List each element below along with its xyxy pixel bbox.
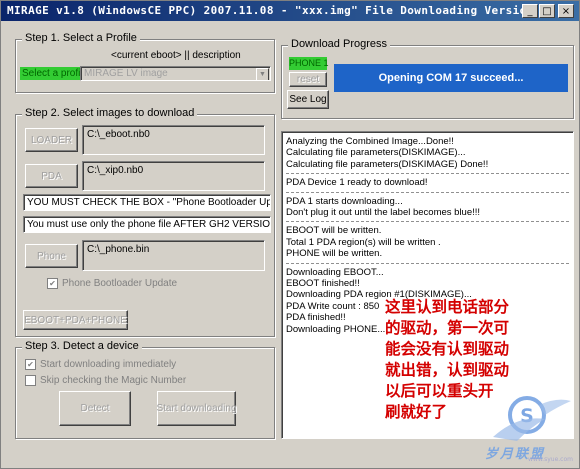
skip-magic-checkbox[interactable]: Skip checking the Magic Number [25, 375, 186, 386]
checkmark-icon: ✔ [47, 278, 58, 289]
mirage-window: MIRAGE v1.8 (WindowsCE PPC) 2007.11.08 -… [0, 0, 580, 469]
checkmark-icon: ✔ [25, 359, 36, 370]
start-downloading-button[interactable]: Start downloading [156, 391, 237, 426]
pda-path-field[interactable]: C:\_xip0.nb0 [82, 161, 265, 191]
log-separator [286, 262, 569, 264]
phone-version-notice: You must use only the phone file AFTER G… [23, 216, 271, 233]
reset-button[interactable]: reset [289, 72, 327, 87]
phone-path-field[interactable]: C:\_phone.bin [82, 240, 265, 271]
phone-bootloader-update-label: Phone Bootloader Update [62, 278, 178, 289]
log-line: Analyzing the Combined Image...Done!! [286, 136, 454, 147]
start-immediately-checkbox[interactable]: ✔ Start downloading immediately [25, 359, 176, 370]
annotation-line: 的驱动，第一次可 [385, 319, 510, 337]
maximize-button[interactable]: □ [539, 4, 555, 18]
log-line: PHONE will be written. [286, 248, 383, 260]
log-line: PDA 1 starts downloading... [286, 195, 403, 207]
log-separator [286, 173, 569, 175]
phone-button[interactable]: Phone [25, 244, 78, 268]
title-bar: MIRAGE v1.8 (WindowsCE PPC) 2007.11.08 -… [1, 1, 579, 21]
download-progress-legend: Download Progress [288, 38, 390, 50]
phone-status-label: PHONE 1 [289, 57, 329, 70]
log-line: Don't plug it out until the label become… [286, 207, 481, 219]
log-line: EBOOT finished!! [286, 278, 360, 290]
minimize-button[interactable]: _ [522, 4, 538, 18]
bootloader-notice: YOU MUST CHECK THE BOX - "Phone Bootload… [23, 194, 271, 211]
profile-description-header: <current eboot> || description [111, 50, 241, 61]
pda-button[interactable]: PDA [25, 164, 78, 188]
profile-select[interactable]: MIRAGE LV image ▼ [80, 66, 271, 81]
profile-select-value: MIRAGE LV image [84, 68, 168, 79]
phone-bootloader-update-checkbox[interactable]: ✔ Phone Bootloader Update [47, 278, 177, 289]
log-separator [286, 221, 569, 223]
log-line: Calculating file parameters(DISKIMAGE)..… [286, 147, 466, 159]
step3-legend: Step 3. Detect a device [22, 340, 142, 352]
window-title: MIRAGE v1.8 (WindowsCE PPC) 2007.11.08 -… [7, 4, 534, 17]
loader-path-field[interactable]: C:\_eboot.nb0 [82, 125, 265, 155]
watermark-url: www.syue.com [528, 456, 573, 463]
log-separator [286, 191, 569, 193]
log-line: EBOOT will be written. [286, 225, 382, 237]
detect-button[interactable]: Detect [59, 391, 131, 426]
close-button[interactable]: × [558, 4, 574, 18]
step1-legend: Step 1. Select a Profile [22, 32, 140, 44]
chevron-down-icon[interactable]: ▼ [256, 68, 269, 80]
checkbox-empty-icon [25, 375, 36, 386]
log-line: Downloading EBOOT... [286, 266, 384, 278]
step2-legend: Step 2. Select images to download [22, 107, 198, 119]
annotation-line: 能会没有认到驱动 [385, 340, 510, 358]
log-line: Total 1 PDA region(s) will be written . [286, 236, 441, 248]
status-panel: Opening COM 17 succeed... [334, 64, 568, 92]
eboot-pda-phone-button[interactable]: EBOOT+PDA+PHONE [23, 310, 128, 330]
log-line: Calculating file parameters(DISKIMAGE) D… [286, 158, 489, 170]
start-immediately-label: Start downloading immediately [40, 359, 177, 370]
annotation-line: 这里认到电话部分 [385, 298, 510, 316]
log-line: PDA Device 1 ready to download! [286, 177, 428, 189]
see-log-button[interactable]: See Log [287, 90, 329, 109]
loader-button[interactable]: LOADER [25, 128, 78, 152]
skip-magic-label: Skip checking the Magic Number [40, 375, 187, 386]
